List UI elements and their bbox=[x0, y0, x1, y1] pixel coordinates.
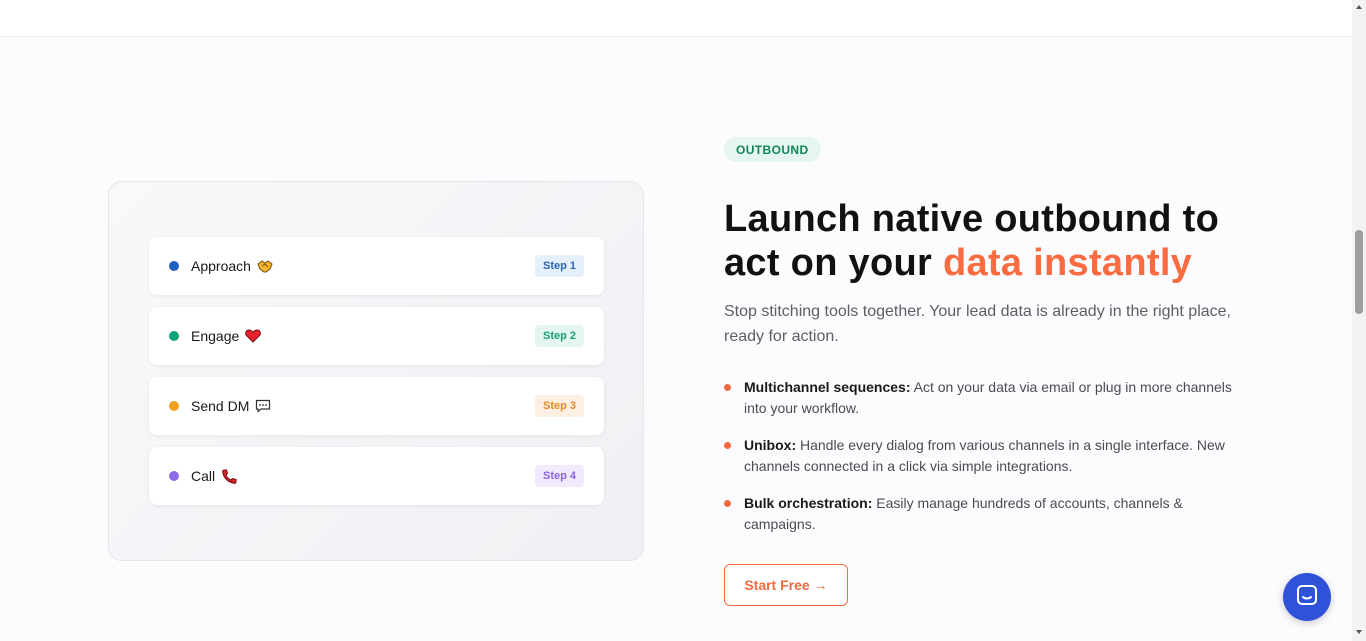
feature-item: Bulk orchestration: Easily manage hundre… bbox=[724, 493, 1244, 535]
step-badge: Step 4 bbox=[534, 465, 584, 487]
scroll-thumb[interactable] bbox=[1355, 230, 1363, 314]
chat-launcher-button[interactable] bbox=[1283, 573, 1331, 621]
step-engage: Engage Step 2 bbox=[149, 307, 604, 365]
step-badge: Step 3 bbox=[534, 395, 584, 417]
speech-bubble-icon bbox=[255, 399, 271, 413]
step-label: Approach bbox=[191, 258, 251, 274]
cta-label: Start Free bbox=[744, 577, 810, 593]
handshake-icon bbox=[257, 259, 273, 273]
step-badge: Step 2 bbox=[534, 325, 584, 347]
step-call: Call Step 4 bbox=[149, 447, 604, 505]
scroll-down-icon[interactable] bbox=[1355, 628, 1363, 636]
sequence-steps-card: Approach Step 1 Engage Step 2 Send DM St… bbox=[108, 181, 644, 561]
chat-icon bbox=[1295, 583, 1319, 612]
feature-text: Handle every dialog from various channel… bbox=[744, 437, 1225, 474]
section-headline: Launch native outbound to act on your da… bbox=[724, 197, 1284, 285]
bullet-dot bbox=[724, 442, 731, 449]
step-dot bbox=[169, 261, 179, 271]
step-approach: Approach Step 1 bbox=[149, 237, 604, 295]
scroll-up-icon[interactable] bbox=[1355, 3, 1363, 11]
step-dot bbox=[169, 471, 179, 481]
step-badge: Step 1 bbox=[534, 255, 584, 277]
bullet-dot bbox=[724, 384, 731, 391]
step-dot bbox=[169, 331, 179, 341]
phone-icon bbox=[221, 469, 237, 484]
headline-highlight: data instantly bbox=[942, 242, 1193, 284]
heart-icon bbox=[245, 329, 262, 343]
section-tag: OUTBOUND bbox=[724, 137, 821, 162]
feature-item: Unibox: Handle every dialog from various… bbox=[724, 435, 1244, 477]
top-navbar bbox=[0, 0, 1352, 37]
step-dot bbox=[169, 401, 179, 411]
step-send-dm: Send DM Step 3 bbox=[149, 377, 604, 435]
start-free-button[interactable]: Start Free → bbox=[724, 564, 848, 606]
step-label: Call bbox=[191, 468, 216, 484]
feature-title: Multichannel sequences: bbox=[744, 379, 911, 395]
section-subtitle: Stop stitching tools together. Your lead… bbox=[724, 303, 1231, 345]
bullet-dot bbox=[724, 500, 731, 507]
page-scrollbar[interactable] bbox=[1352, 0, 1366, 641]
feature-title: Unibox: bbox=[744, 437, 797, 453]
feature-item: Multichannel sequences: Act on your data… bbox=[724, 377, 1244, 419]
step-label: Engage bbox=[191, 328, 240, 344]
feature-title: Bulk orchestration: bbox=[744, 495, 873, 511]
arrow-right-icon: → bbox=[813, 577, 828, 593]
step-label: Send DM bbox=[191, 398, 250, 414]
feature-list: Multichannel sequences: Act on your data… bbox=[724, 377, 1244, 551]
